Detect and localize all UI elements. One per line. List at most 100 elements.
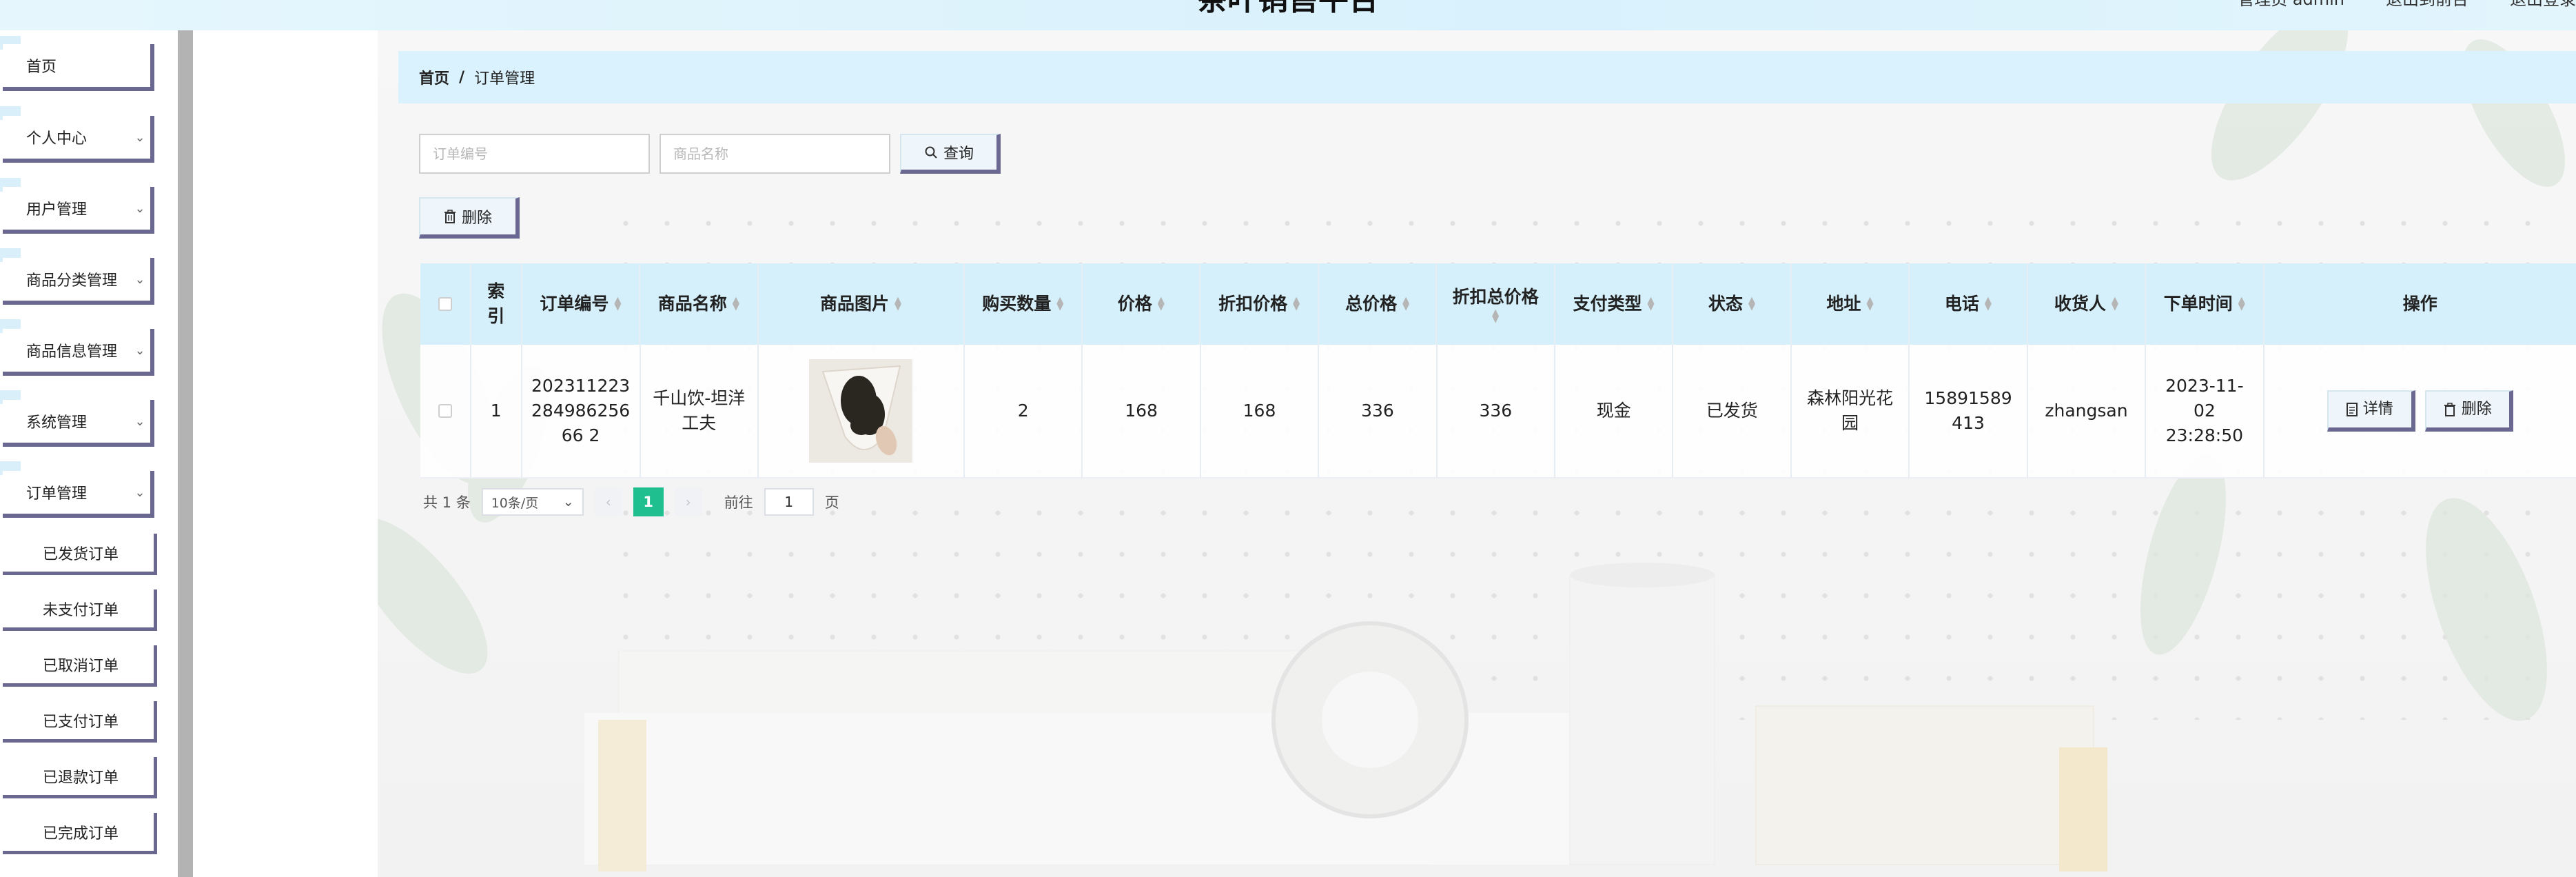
prev-page-button[interactable]: ‹ (594, 488, 622, 516)
sort-icon: ▲ ▼ (895, 295, 902, 312)
header-total-price-label: 总价格 (1345, 293, 1398, 314)
goto-suffix: 页 (824, 494, 839, 511)
cell-index: 1 (471, 345, 522, 477)
header-quantity[interactable]: 购买数量 ▲ ▼ (965, 263, 1083, 345)
header-phone[interactable]: 电话 ▲ ▼ (1910, 263, 2028, 345)
sort-icon: ▲ ▼ (1293, 295, 1300, 312)
header-discount-price-label: 折扣价格 (1218, 293, 1288, 314)
chevron-down-icon: ⌄ (134, 130, 145, 145)
header-product-image[interactable]: 商品图片 ▲ ▼ (759, 263, 965, 345)
sort-icon: ▲ ▼ (1748, 295, 1755, 312)
header-price-label: 价格 (1117, 293, 1152, 314)
sort-icon: ▲ ▼ (2238, 295, 2245, 312)
sidebar-subitem-paid-orders[interactable]: 已支付订单 (3, 701, 157, 743)
sidebar-item-personal-center[interactable]: 个人中心 ⌄ (3, 116, 154, 163)
sidebar-subitem-cancelled-orders[interactable]: 已取消订单 (3, 645, 157, 687)
trash-icon (2444, 403, 2455, 416)
chevron-up-icon: ⌄ (134, 485, 145, 500)
product-thumbnail[interactable] (809, 359, 913, 463)
cell-order-no: 20231122328498625666 2 (522, 345, 641, 477)
orders-table: 索引 订单编号 ▲ ▼ 商品名称 ▲ ▼ 商品图片 ▲ ▼ 购买数量 ▲ ▼ 价格 ▲ ▼ 折扣价格… (420, 263, 2576, 478)
cell-phone-text: 15891589413 (1924, 387, 2012, 433)
sidebar-item-label: 个人中心 (26, 130, 88, 148)
header-index-label: 索引 (487, 281, 505, 326)
header-product-name[interactable]: 商品名称 ▲ ▼ (640, 263, 759, 345)
header-product-name-label: 商品名称 (657, 293, 727, 314)
row-delete-button[interactable]: 删除 (2424, 390, 2513, 432)
product-name-search-input[interactable] (660, 134, 890, 174)
sidebar-item-system-management[interactable]: 系统管理 ⌄ (3, 400, 154, 447)
chevron-down-icon: ⌄ (134, 272, 145, 287)
page-size-select[interactable]: 10条/页 ⌄ (481, 488, 584, 516)
sidebar-item-label: 首页 (26, 59, 57, 76)
breadcrumb-separator: / (459, 68, 465, 86)
header-address[interactable]: 地址 ▲ ▼ (1792, 263, 1910, 345)
sidebar-item-home[interactable]: 首页 (3, 44, 154, 91)
header-total-price[interactable]: 总价格 ▲ ▼ (1319, 263, 1438, 345)
page-number-button[interactable]: 1 (633, 487, 664, 516)
page-size-value: 10条/页 (491, 495, 539, 511)
chevron-down-icon: ⌄ (134, 343, 145, 358)
sidebar-scrollbar[interactable] (178, 30, 193, 877)
table-header: 索引 订单编号 ▲ ▼ 商品名称 ▲ ▼ 商品图片 ▲ ▼ 购买数量 ▲ ▼ 价格 ▲ ▼ 折扣价格… (420, 263, 2576, 345)
breadcrumb-current: 订单管理 (474, 70, 535, 88)
header-price[interactable]: 价格 ▲ ▼ (1083, 263, 1201, 345)
sidebar-subitem-label: 已支付订单 (43, 713, 119, 731)
header-discount-price[interactable]: 折扣价格 ▲ ▼ (1200, 263, 1319, 345)
header-discount-total[interactable]: 折扣总价格 ▲ ▼ (1437, 263, 1555, 345)
header-index: 索引 (471, 263, 522, 345)
goto-page-input[interactable] (764, 488, 814, 516)
row-checkbox[interactable] (438, 404, 452, 418)
select-all-checkbox[interactable] (438, 297, 452, 311)
back-to-front-link[interactable]: 退出到前台 (2386, 0, 2468, 10)
header-status[interactable]: 状态 ▲ ▼ (1673, 263, 1792, 345)
chevron-down-icon: ⌄ (134, 414, 145, 429)
query-button[interactable]: 查询 (900, 134, 1001, 174)
header-order-time-label: 下单时间 (2163, 293, 2233, 314)
chevron-left-icon: ‹ (605, 494, 611, 510)
next-page-button[interactable]: › (674, 488, 702, 516)
detail-button[interactable]: 详情 (2327, 390, 2415, 432)
sidebar-item-label: 商品信息管理 (26, 343, 118, 361)
sidebar-item-category-management[interactable]: 商品分类管理 ⌄ (3, 258, 154, 305)
sidebar-item-label: 用户管理 (26, 201, 88, 219)
cell-product-image (759, 345, 965, 477)
query-button-label: 查询 (943, 145, 974, 163)
logout-link[interactable]: 退出登录 (2510, 0, 2576, 10)
sidebar-item-order-management[interactable]: 订单管理 ⌄ (3, 471, 154, 518)
header-order-time[interactable]: 下单时间 ▲ ▼ (2146, 263, 2265, 345)
sidebar-subitem-label: 已完成订单 (43, 825, 119, 843)
header-payment-type[interactable]: 支付类型 ▲ ▼ (1555, 263, 1674, 345)
cell-order-time-text: 2023-11-02 23:28:50 (2165, 375, 2244, 446)
header-receiver[interactable]: 收货人 ▲ ▼ (2028, 263, 2147, 345)
sidebar-item-user-management[interactable]: 用户管理 ⌄ (3, 187, 154, 234)
row-select-cell (420, 345, 471, 477)
batch-delete-button[interactable]: 删除 (419, 197, 520, 239)
sidebar-item-label: 系统管理 (26, 414, 88, 432)
sidebar-subitem-completed-orders[interactable]: 已完成订单 (3, 813, 157, 854)
sidebar-subitem-label: 已发货订单 (43, 545, 119, 563)
breadcrumb-home-link[interactable]: 首页 (419, 66, 449, 88)
goto-prefix: 前往 (724, 494, 753, 511)
sidebar-item-product-management[interactable]: 商品信息管理 ⌄ (3, 329, 154, 376)
chevron-right-icon: › (685, 494, 691, 510)
sort-icon: ▲ ▼ (732, 295, 739, 312)
trash-icon (444, 210, 456, 223)
sidebar-subitem-shipped-orders[interactable]: 已发货订单 (3, 534, 157, 575)
breadcrumb: 首页 / 订单管理 (398, 51, 2576, 103)
header-order-no[interactable]: 订单编号 ▲ ▼ (522, 263, 641, 345)
cell-discount-total: 336 (1438, 345, 1556, 477)
cell-order-time: 2023-11-02 23:28:50 (2146, 345, 2265, 477)
content-gutter (193, 30, 378, 877)
site-title: 茶叶销售平台 (0, 0, 2576, 21)
order-number-search-input[interactable] (419, 134, 650, 174)
row-delete-button-label: 删除 (2461, 401, 2492, 419)
sidebar-subitem-unpaid-orders[interactable]: 未支付订单 (3, 589, 157, 631)
sort-icon: ▲ ▼ (1402, 295, 1410, 312)
batch-delete-button-label: 删除 (461, 210, 492, 227)
sort-icon: ▲ ▼ (2111, 295, 2118, 312)
sidebar-subitem-label: 已取消订单 (43, 657, 119, 675)
sidebar-subitem-refunded-orders[interactable]: 已退款订单 (3, 757, 157, 798)
pagination: 共 1 条 10条/页 ⌄ ‹ 1 › 前往 页 (423, 487, 839, 517)
header-discount-total-label: 折扣总价格 (1452, 286, 1539, 307)
